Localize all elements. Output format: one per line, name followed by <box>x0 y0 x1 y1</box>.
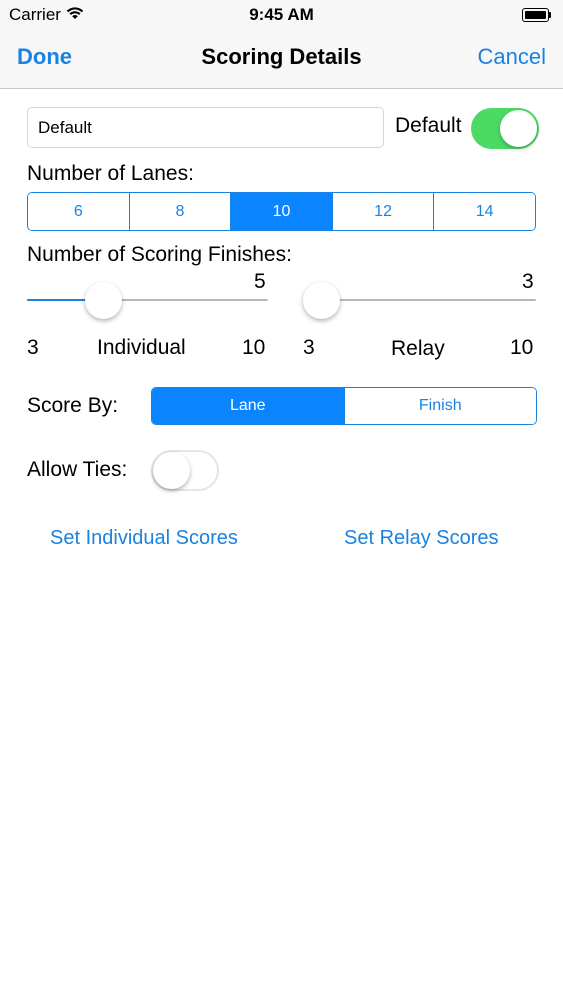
individual-value: 5 <box>254 270 266 293</box>
relay-min: 3 <box>303 336 315 359</box>
lanes-label: Number of Lanes: <box>27 162 194 185</box>
lane-option-8[interactable]: 8 <box>128 193 231 230</box>
lanes-segmented-control: 6 8 10 12 14 <box>27 192 536 231</box>
toggle-knob <box>500 110 537 147</box>
finishes-label: Number of Scoring Finishes: <box>27 243 292 266</box>
clock: 9:45 AM <box>249 5 314 24</box>
relay-value: 3 <box>522 270 534 293</box>
lane-option-12[interactable]: 12 <box>331 193 434 230</box>
cancel-button[interactable]: Cancel <box>478 44 546 70</box>
battery-level <box>525 11 546 19</box>
relay-label: Relay <box>391 337 445 360</box>
lane-option-6[interactable]: 6 <box>28 193 129 230</box>
lane-option-14[interactable]: 14 <box>433 193 535 230</box>
default-label: Default <box>395 114 462 137</box>
individual-min: 3 <box>27 336 39 359</box>
name-field[interactable] <box>27 107 384 148</box>
set-relay-scores-button[interactable]: Set Relay Scores <box>344 527 499 550</box>
individual-max: 10 <box>242 336 266 359</box>
score-by-label: Score By: <box>27 394 119 417</box>
set-individual-scores-button[interactable]: Set Individual Scores <box>50 527 238 550</box>
individual-slider[interactable] <box>27 299 268 301</box>
score-by-lane[interactable]: Lane <box>152 388 344 424</box>
battery-tip <box>549 12 551 18</box>
score-by-segmented-control: Lane Finish <box>151 387 537 425</box>
relay-slider-thumb[interactable] <box>303 282 340 319</box>
status-bar: Carrier 9:45 AM <box>0 0 563 30</box>
individual-slider-thumb[interactable] <box>85 282 123 319</box>
toggle-knob <box>153 452 190 489</box>
lane-option-10[interactable]: 10 <box>230 193 332 230</box>
individual-label: Individual <box>97 336 186 359</box>
battery-icon <box>522 8 549 22</box>
nav-bar: Done Scoring Details Cancel <box>0 30 563 89</box>
score-by-finish[interactable]: Finish <box>343 388 536 424</box>
allow-ties-label: Allow Ties: <box>27 458 128 481</box>
allow-ties-toggle[interactable] <box>151 450 219 491</box>
relay-max: 10 <box>510 336 534 359</box>
default-toggle[interactable] <box>471 108 539 149</box>
